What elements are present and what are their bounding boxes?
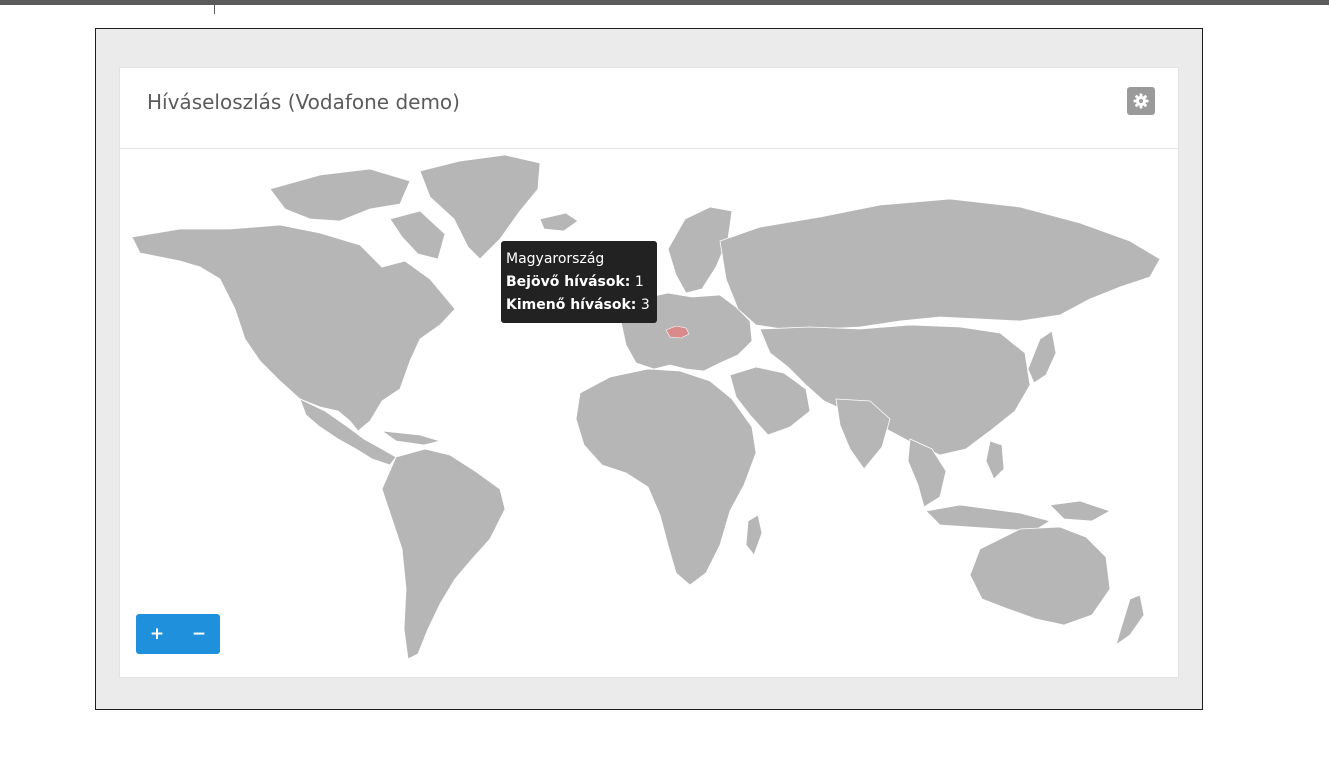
- call-distribution-panel: Híváseloszlás (Vodafone demo) Magyarorsz…: [119, 67, 1179, 678]
- region-iceland[interactable]: [539, 212, 579, 232]
- settings-button[interactable]: [1127, 87, 1155, 115]
- region-arctic-islands[interactable]: [269, 168, 411, 222]
- region-madagascar[interactable]: [745, 514, 763, 556]
- region-africa[interactable]: [575, 368, 757, 586]
- tooltip-country: Magyarország: [506, 251, 605, 267]
- world-map[interactable]: Magyarország Bejövő hívások: 1 Kimenő hí…: [120, 149, 1178, 677]
- region-philippines[interactable]: [985, 440, 1005, 480]
- panel-title: Híváseloszlás (Vodafone demo): [147, 90, 460, 114]
- region-indonesia[interactable]: [925, 504, 1051, 532]
- tooltip-outgoing-value: 3: [640, 297, 650, 313]
- tooltip-incoming-label: Bejövő hívások:: [506, 274, 631, 290]
- zoom-controls: + −: [136, 614, 220, 654]
- tooltip-outgoing-label: Kimenő hívások:: [506, 297, 637, 313]
- gear-icon: [1133, 93, 1149, 109]
- zoom-out-button[interactable]: −: [178, 614, 220, 654]
- panel-header: Híváseloszlás (Vodafone demo): [120, 68, 1178, 149]
- region-north-america[interactable]: [131, 224, 456, 432]
- region-japan[interactable]: [1027, 330, 1057, 384]
- divider-tick: [214, 0, 215, 14]
- country-tooltip: Magyarország Bejövő hívások: 1 Kimenő hí…: [501, 241, 657, 323]
- tooltip-outgoing: Kimenő hívások: 3: [506, 294, 650, 317]
- region-russia[interactable]: [719, 198, 1161, 330]
- region-new-zealand[interactable]: [1115, 594, 1145, 647]
- tooltip-incoming-value: 1: [634, 274, 644, 290]
- world-map-svg: [131, 154, 1161, 660]
- dashboard-frame: Híváseloszlás (Vodafone demo) Magyarorsz…: [95, 28, 1203, 710]
- tooltip-incoming: Bejövő hívások: 1: [506, 271, 650, 294]
- region-caribbean[interactable]: [380, 430, 442, 446]
- region-australia[interactable]: [969, 526, 1111, 626]
- region-south-america[interactable]: [381, 448, 506, 660]
- region-baffin-island[interactable]: [389, 210, 446, 260]
- top-divider: [0, 0, 1329, 14]
- zoom-in-button[interactable]: +: [136, 614, 178, 654]
- region-new-guinea[interactable]: [1049, 500, 1111, 522]
